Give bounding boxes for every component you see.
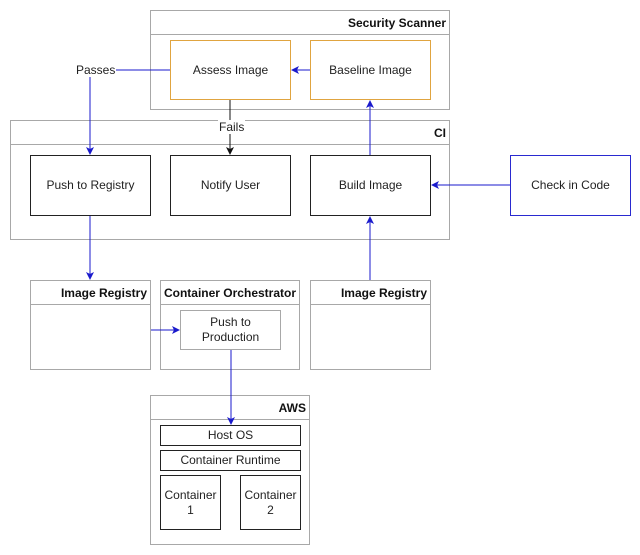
security-scanner-title: Security Scanner [151,11,449,35]
build-image-label: Build Image [338,178,403,192]
container-2-label-line2: 2 [267,502,274,517]
container-1-node[interactable]: Container 1 [160,475,221,530]
push-to-production-label-line1: Push to [210,315,251,329]
host-os-node[interactable]: Host OS [160,425,301,446]
baseline-image-label: Baseline Image [329,62,412,77]
image-registry-right-group: Image Registry [310,280,431,370]
container-2-label-line1: Container [244,487,297,502]
image-registry-left-group: Image Registry [30,280,151,370]
container-2-node[interactable]: Container 2 [240,475,301,530]
container-runtime-label: Container Runtime [180,453,281,467]
push-to-production-label-line2: Production [201,330,260,344]
notify-user-label: Notify User [200,178,261,192]
build-image-node[interactable]: Build Image [310,155,431,216]
push-to-production-node[interactable]: Push to Production [180,310,281,350]
container-1-label-line1: Container [164,487,217,502]
container-orchestrator-title: Container Orchestrator [161,281,299,305]
image-registry-left-title: Image Registry [31,281,150,305]
check-in-code-node[interactable]: Check in Code [510,155,631,216]
host-os-label: Host OS [207,428,254,442]
container-runtime-node[interactable]: Container Runtime [160,450,301,471]
assess-image-node[interactable]: Assess Image [170,40,291,100]
aws-title: AWS [151,396,309,420]
image-registry-right-title: Image Registry [311,281,430,305]
passes-edge-label: Passes [75,63,117,77]
check-in-code-label: Check in Code [531,178,610,192]
push-to-registry-node[interactable]: Push to Registry [30,155,151,216]
fails-edge-label: Fails [218,120,246,134]
notify-user-node[interactable]: Notify User [170,155,291,216]
push-to-registry-label: Push to Registry [46,178,135,192]
baseline-image-node[interactable]: Baseline Image [310,40,431,100]
assess-image-label: Assess Image [192,62,269,77]
container-1-label-line2: 1 [187,502,194,517]
